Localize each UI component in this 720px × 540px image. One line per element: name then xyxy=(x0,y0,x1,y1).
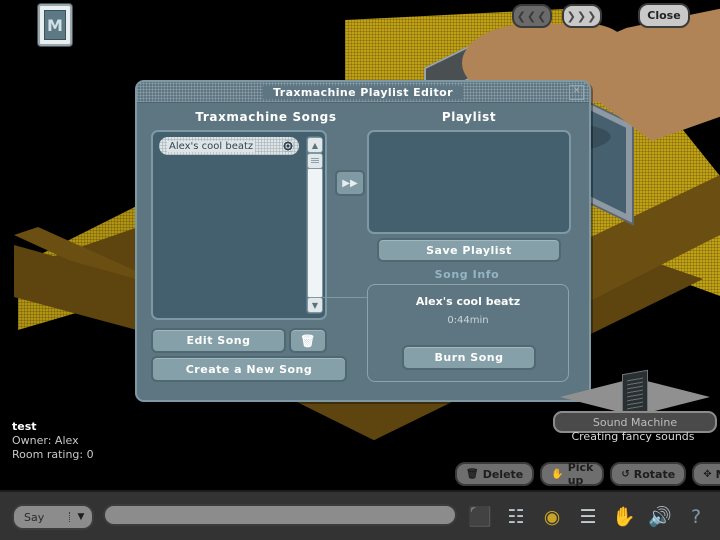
catalog-icon[interactable]: ☷ xyxy=(502,502,530,532)
wall-arch-decoration xyxy=(596,44,628,82)
delete-furni-label: Delete xyxy=(482,467,524,481)
hand-icon[interactable]: ✋ xyxy=(610,502,638,532)
notebook-icon[interactable]: ☰ xyxy=(574,502,602,532)
songs-column-heading: Traxmachine Songs xyxy=(195,110,337,124)
move-icon: ✥ xyxy=(703,468,712,480)
burn-song-button[interactable]: Burn Song xyxy=(402,345,536,370)
habbo-logo-letter: M xyxy=(44,10,66,40)
move-furni-button[interactable]: ✥ Move xyxy=(692,462,720,486)
bottom-toolbar: Say ▼ ⬛ ☷ ◉ ☰ ✋ 🔊 ? xyxy=(0,490,720,540)
toolbar-icons: ⬛ ☷ ◉ ☰ ✋ 🔊 ? xyxy=(466,500,710,534)
save-playlist-button[interactable]: Save Playlist xyxy=(377,238,561,262)
rotate-furni-label: Rotate xyxy=(633,467,676,481)
furni-description: Creating fancy sounds xyxy=(571,430,695,443)
furni-action-bar: 🗑 Delete ✋ Pick up ↺ Rotate ✥ Move xyxy=(455,461,720,487)
chat-mode-select[interactable]: Say ▼ xyxy=(12,504,94,530)
dialog-titlebar[interactable]: Traxmachine Playlist Editor ✕ xyxy=(137,82,589,103)
dialog-title: Traxmachine Playlist Editor xyxy=(263,85,463,99)
songs-list-scrollbar[interactable]: ▲ ▼ xyxy=(306,136,323,314)
trash-icon: 🗑 xyxy=(466,468,479,480)
chat-mode-value: Say xyxy=(24,510,45,524)
song-info-title: Alex's cool beatz xyxy=(415,295,521,308)
scrollbar-thumb[interactable] xyxy=(307,153,323,169)
edit-song-button[interactable]: Edit Song xyxy=(151,328,286,353)
rotate-icon: ↺ xyxy=(621,468,630,480)
help-icon[interactable]: ? xyxy=(682,502,710,532)
room-name: test xyxy=(12,420,37,433)
room-owner: Owner: Alex xyxy=(12,434,79,447)
scroll-down-icon[interactable]: ▼ xyxy=(307,297,323,313)
create-new-song-button[interactable]: Create a New Song xyxy=(151,356,347,382)
sound-machine-icon xyxy=(622,369,648,417)
list-item[interactable]: Alex's cool beatz xyxy=(159,137,299,155)
sound-icon[interactable]: 🔊 xyxy=(646,502,674,532)
song-item-label: Alex's cool beatz xyxy=(167,140,256,152)
chevron-down-icon: ▼ xyxy=(69,512,92,522)
pick-up-furni-label: Pick up xyxy=(567,461,594,487)
add-to-playlist-button[interactable]: ▶▶ xyxy=(335,170,365,196)
delete-furni-button[interactable]: 🗑 Delete xyxy=(455,462,535,486)
song-info-heading: Song Info xyxy=(434,268,500,281)
scrollbar-track[interactable] xyxy=(307,168,323,298)
disc-icon xyxy=(282,140,294,152)
hand-icon: ✋ xyxy=(551,468,564,480)
rotate-furni-button[interactable]: ↺ Rotate xyxy=(610,462,687,486)
nav-previous-button[interactable]: ❮❮❮ xyxy=(512,4,552,28)
dialog-close-icon[interactable]: ✕ xyxy=(569,85,584,100)
song-info-length: 0:44min xyxy=(447,315,489,326)
pick-up-furni-button[interactable]: ✋ Pick up xyxy=(540,461,605,487)
wall-clock-icon xyxy=(562,32,594,64)
connector-line xyxy=(323,297,369,298)
habbo-logo[interactable]: M xyxy=(38,4,72,46)
nav-next-button[interactable]: ❯❯❯ xyxy=(562,4,602,28)
playlist-list[interactable] xyxy=(367,130,571,234)
phone-icon[interactable]: ⬛ xyxy=(466,502,494,532)
chat-input[interactable] xyxy=(103,504,457,526)
delete-song-button[interactable]: 🗑 xyxy=(289,328,327,353)
scroll-up-icon[interactable]: ▲ xyxy=(307,137,323,153)
playlist-column-heading: Playlist xyxy=(441,110,497,124)
traxmachine-songs-list[interactable]: Alex's cool beatz ▲ ▼ xyxy=(151,130,327,320)
coins-icon[interactable]: ◉ xyxy=(538,502,566,532)
game-screen: M ❮❮❮ ❯❯❯ Close Traxmachine Playlist Edi… xyxy=(0,0,720,540)
move-furni-label: Move xyxy=(716,468,720,481)
traxmachine-playlist-editor-dialog[interactable]: Traxmachine Playlist Editor ✕ Traxmachin… xyxy=(135,80,591,402)
close-room-button[interactable]: Close xyxy=(638,3,690,28)
room-rating: Room rating: 0 xyxy=(12,448,94,461)
